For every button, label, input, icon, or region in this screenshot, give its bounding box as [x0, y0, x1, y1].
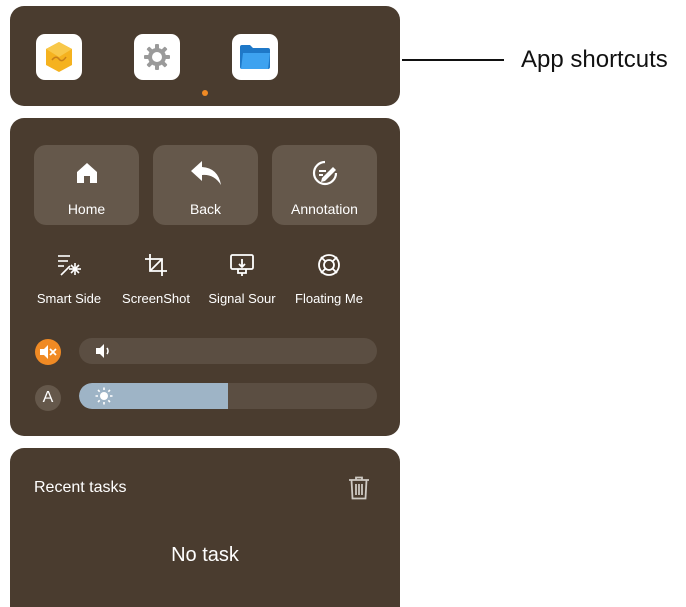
magic-wand-icon: [22, 251, 116, 279]
crop-icon: [109, 251, 203, 279]
floating-menu-button[interactable]: Floating Me: [282, 251, 376, 311]
trash-icon[interactable]: [348, 476, 370, 500]
home-button[interactable]: Home: [34, 145, 139, 225]
page-indicator-dot: [202, 90, 208, 96]
whiteboard-app-icon[interactable]: [36, 34, 82, 80]
auto-brightness-button[interactable]: A: [35, 385, 61, 411]
back-button[interactable]: Back: [153, 145, 258, 225]
annotation-button-label: Annotation: [291, 201, 358, 217]
signal-source-button[interactable]: Signal Sour: [195, 251, 289, 311]
app-shortcuts-callout: App shortcuts: [521, 46, 668, 73]
mute-toggle-button[interactable]: [35, 339, 61, 365]
volume-slider[interactable]: [79, 338, 377, 364]
home-icon: [34, 159, 139, 187]
screenshot-button[interactable]: ScreenShot: [109, 251, 203, 311]
quick-controls-panel: Home Back Annotation Smart Side ScreenSh…: [10, 118, 400, 436]
home-button-label: Home: [67, 201, 106, 217]
annotation-button[interactable]: Annotation: [272, 145, 377, 225]
back-arrow-icon: [153, 159, 258, 187]
signal-source-label: Signal Sour: [208, 291, 276, 306]
folder-icon[interactable]: [232, 34, 278, 80]
speaker-icon: [96, 344, 109, 358]
recent-tasks-panel: Recent tasks No task: [10, 448, 400, 607]
callout-line: [402, 59, 504, 61]
sun-icon: [95, 387, 113, 405]
signal-source-icon: [195, 251, 289, 279]
floating-menu-icon: [282, 251, 376, 279]
smart-side-label: Smart Side: [36, 291, 102, 306]
brightness-slider[interactable]: [79, 383, 377, 409]
smart-side-button[interactable]: Smart Side: [22, 251, 116, 311]
back-button-label: Back: [189, 201, 222, 217]
annotation-pen-icon: [272, 159, 377, 187]
recent-tasks-title: Recent tasks: [34, 479, 127, 496]
speaker-muted-icon: [40, 345, 57, 359]
app-shortcuts-panel: [10, 6, 400, 106]
floating-menu-label: Floating Me: [295, 291, 363, 306]
settings-gear-icon[interactable]: [134, 34, 180, 80]
no-task-message: No task: [171, 544, 239, 566]
screenshot-label: ScreenShot: [122, 291, 190, 306]
